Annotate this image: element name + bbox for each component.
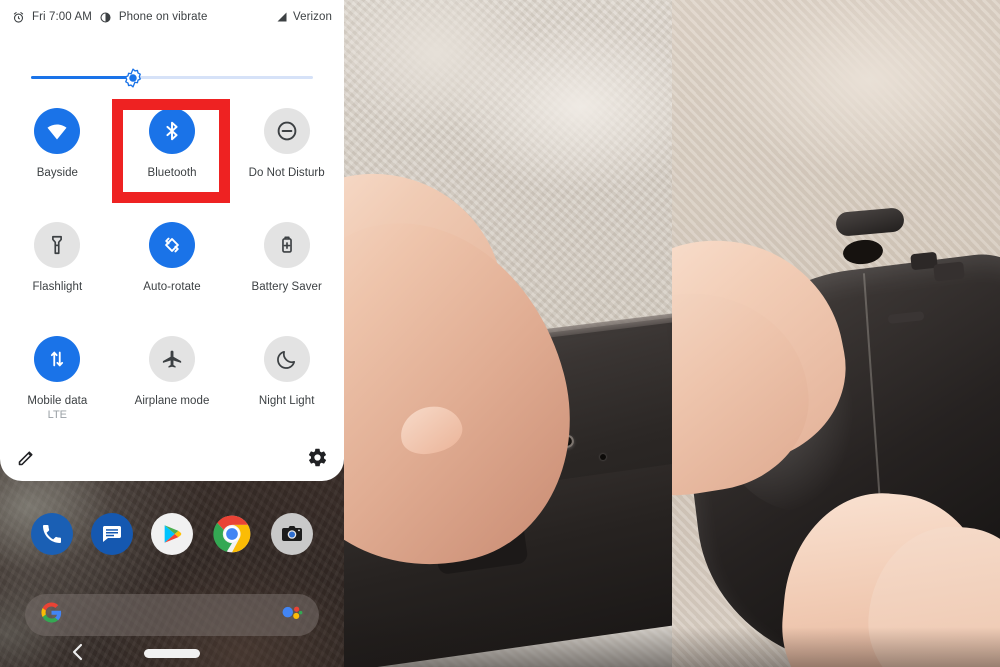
dock-icon-messages[interactable] <box>91 513 133 555</box>
tile-night-light[interactable]: Night Light <box>229 326 344 440</box>
android-phone-screenshot: Fri 7:00 AM Phone on vibrate Verizon Bay… <box>0 0 344 667</box>
tile-label: Night Light <box>258 395 315 407</box>
quick-settings-footer <box>0 437 344 481</box>
dock-icon-camera[interactable] <box>271 513 313 555</box>
tile-mobile-data[interactable]: Mobile data LTE <box>0 326 115 440</box>
tile-label: Bayside <box>36 167 78 179</box>
brightness-track[interactable] <box>31 68 313 88</box>
carrier-name: Verizon <box>292 11 332 23</box>
quick-settings-tiles: Bayside Bluetooth Do Not Disturb Flashli… <box>0 98 344 440</box>
controller-usb-c-port-photo: Hand holding a black game controller sho… <box>344 0 672 667</box>
dock-icon-play-store[interactable] <box>151 513 193 555</box>
tile-label: Auto-rotate <box>143 281 201 293</box>
flashlight-icon <box>34 222 81 268</box>
tile-label: Do Not Disturb <box>248 167 325 179</box>
tile-airplane-mode[interactable]: Airplane mode <box>115 326 230 440</box>
tile-sublabel: LTE <box>47 409 68 421</box>
cell-signal-icon <box>276 11 288 23</box>
tile-flashlight[interactable]: Flashlight <box>0 212 115 326</box>
tile-label: Battery Saver <box>251 281 322 293</box>
brightness-slider[interactable] <box>0 60 344 94</box>
tile-battery-saver[interactable]: Battery Saver <box>229 212 344 326</box>
tile-label: Bluetooth <box>147 167 197 179</box>
controller-pinhole <box>599 453 606 460</box>
google-search-bar[interactable] <box>25 594 319 636</box>
gear-settings-icon[interactable] <box>307 447 329 469</box>
google-assistant-icon[interactable] <box>281 604 303 627</box>
status-vibrate-text: Phone on vibrate <box>118 11 208 23</box>
controller-grip-thumbstick-photo: Hand gripping a black game controller fr… <box>672 0 1000 667</box>
tile-label: Airplane mode <box>134 395 210 407</box>
photo-bottom-shadow <box>672 626 1000 667</box>
phone-vibrate-icon <box>99 11 112 24</box>
status-bar: Fri 7:00 AM Phone on vibrate Verizon <box>0 0 344 34</box>
photo-bottom-shadow <box>344 613 672 667</box>
tile-row: Flashlight Auto-rotate Battery Saver <box>0 212 344 326</box>
navigation-bar <box>0 637 344 667</box>
tile-bluetooth[interactable]: Bluetooth <box>115 98 230 212</box>
tile-do-not-disturb[interactable]: Do Not Disturb <box>229 98 344 212</box>
brightness-sun-icon[interactable] <box>123 68 143 88</box>
home-pill-icon[interactable] <box>144 649 200 658</box>
back-chevron-icon[interactable] <box>70 643 84 661</box>
tile-label: Flashlight <box>32 281 83 293</box>
alarm-clock-icon <box>12 11 25 24</box>
brightness-fill <box>31 76 133 79</box>
do-not-disturb-icon <box>263 108 310 154</box>
google-g-icon <box>41 602 62 628</box>
wifi-icon <box>34 108 81 154</box>
tile-bayside-wifi[interactable]: Bayside <box>0 98 115 212</box>
screenshot-root: Fri 7:00 AM Phone on vibrate Verizon Bay… <box>0 0 1000 667</box>
quick-settings-panel: Fri 7:00 AM Phone on vibrate Verizon Bay… <box>0 0 344 481</box>
dock-icon-chrome[interactable] <box>211 513 253 555</box>
bluetooth-icon <box>149 108 195 154</box>
mobile-data-icon <box>34 336 81 382</box>
night-light-moon-icon <box>263 336 310 382</box>
tile-row: Mobile data LTE Airplane mode Night Ligh… <box>0 326 344 440</box>
tile-label: Mobile data <box>27 395 88 407</box>
airplane-icon <box>149 336 195 382</box>
tile-row: Bayside Bluetooth Do Not Disturb <box>0 98 344 212</box>
app-dock <box>0 508 344 560</box>
auto-rotate-icon <box>149 222 195 268</box>
dock-icon-phone[interactable] <box>31 513 73 555</box>
pencil-edit-icon[interactable] <box>16 447 38 469</box>
tile-auto-rotate[interactable]: Auto-rotate <box>115 212 230 326</box>
status-time: Fri 7:00 AM <box>32 11 92 23</box>
battery-saver-icon <box>263 222 310 268</box>
